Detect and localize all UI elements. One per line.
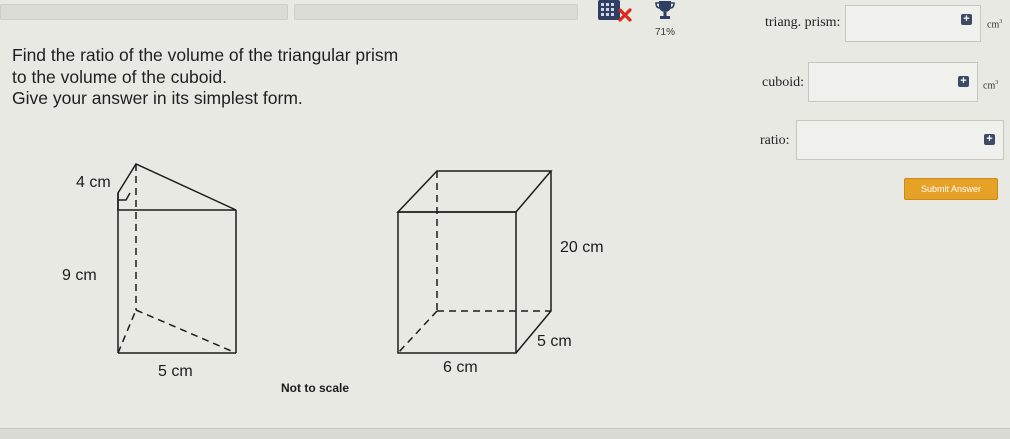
prism-height-dimension: 9 cm [62, 267, 97, 284]
cuboid-depth-dimension: 5 cm [537, 333, 572, 350]
diagram-canvas: 4 cm 9 cm 5 cm 20 cm 5 cm 6 cm [62, 163, 604, 380]
right-angle-marker [118, 192, 131, 201]
prism-top-dimension: 4 cm [76, 174, 111, 191]
cuboid-diagram [396, 170, 553, 354]
prism-base-dimension: 5 cm [158, 363, 193, 380]
prism-hidden-edge [135, 309, 237, 354]
not-to-scale-note: Not to scale [281, 381, 350, 395]
triangular-prism-diagram [117, 163, 237, 354]
prism-hidden-edge [117, 309, 137, 354]
cuboid-width-dimension: 6 cm [443, 359, 478, 376]
bottom-bar [0, 428, 1010, 439]
cuboid-hidden-edge [397, 310, 438, 354]
cuboid-front-face [397, 211, 517, 354]
cuboid-height-dimension: 20 cm [560, 239, 604, 256]
cuboid-right-edges [515, 171, 552, 354]
cuboid-top-face [396, 170, 553, 213]
